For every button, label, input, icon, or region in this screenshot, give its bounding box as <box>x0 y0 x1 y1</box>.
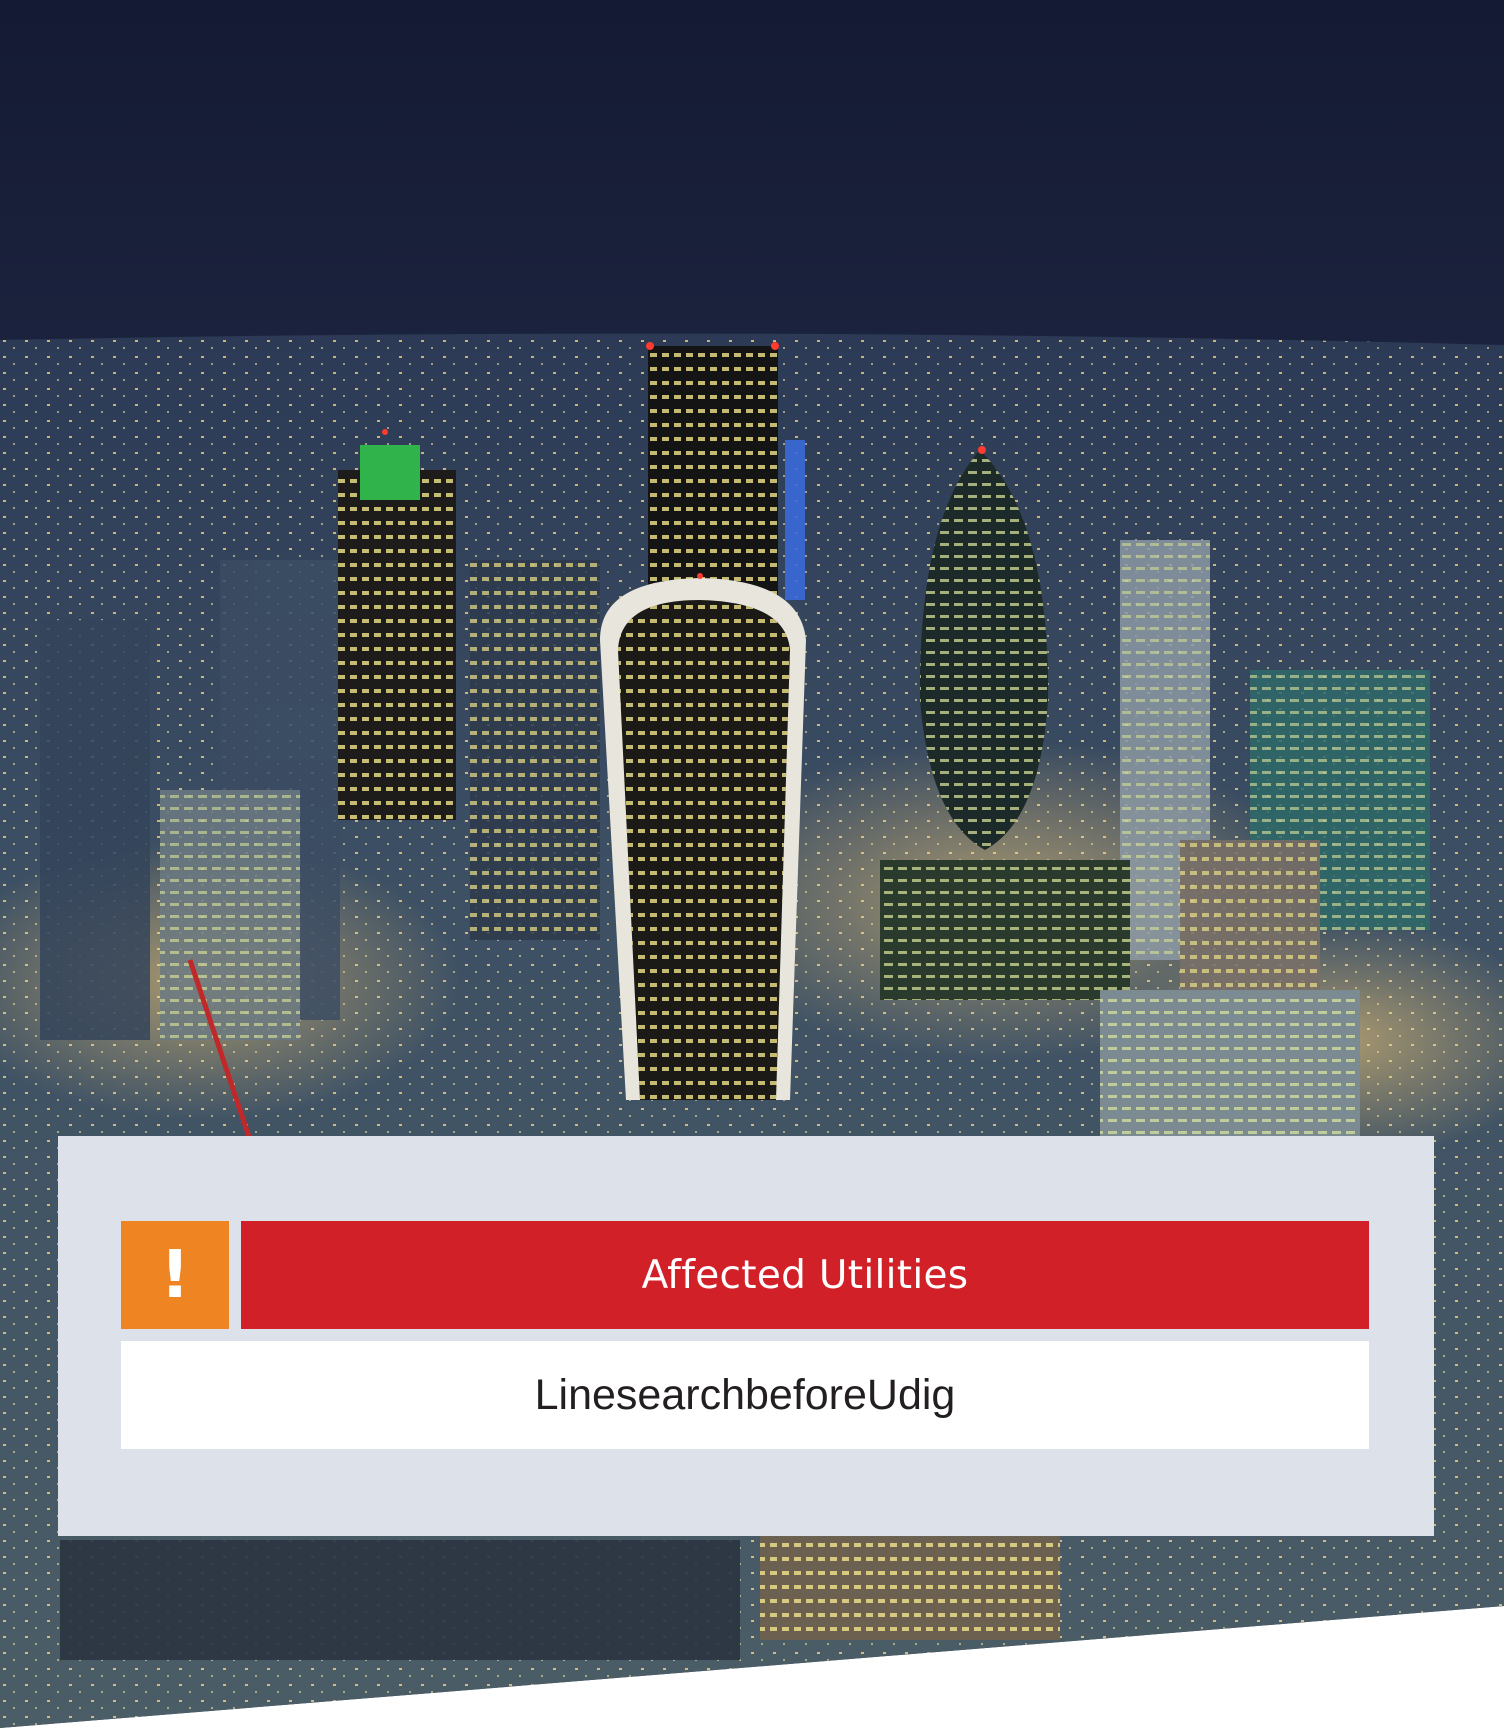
affected-utilities-value-box: LinesearchbeforeUdig <box>121 1341 1369 1449</box>
exclamation-icon: ! <box>121 1221 229 1329</box>
affected-utilities-panel: ! Affected Utilities LinesearchbeforeUdi… <box>58 1136 1434 1536</box>
panel-title-bar: Affected Utilities <box>241 1221 1369 1329</box>
page: ! Affected Utilities LinesearchbeforeUdi… <box>0 0 1504 1728</box>
affected-utilities-value: LinesearchbeforeUdig <box>534 1370 956 1419</box>
panel-title: Affected Utilities <box>641 1252 969 1298</box>
